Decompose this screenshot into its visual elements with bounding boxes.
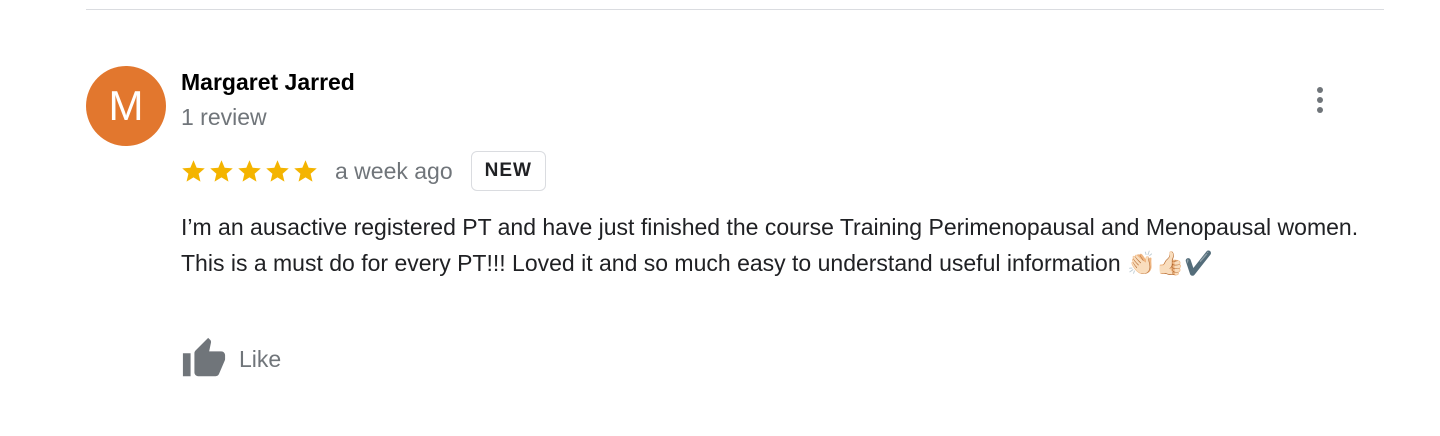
rating-row: a week ago NEW [180, 150, 546, 192]
star-icon [238, 159, 261, 182]
more-options-button[interactable] [1304, 82, 1336, 118]
star-icon [210, 159, 233, 182]
more-vertical-icon-dot [1317, 107, 1323, 113]
star-icon [294, 159, 317, 182]
more-vertical-icon [1317, 87, 1323, 93]
star-icon [182, 159, 205, 182]
author-review-count[interactable]: 1 review [181, 104, 267, 131]
review-text: I’m an ausactive registered PT and have … [181, 214, 1359, 276]
top-divider [86, 9, 1384, 10]
star-icon [266, 159, 289, 182]
review-date: a week ago [335, 157, 453, 184]
avatar[interactable]: M [86, 66, 166, 146]
author-name[interactable]: Margaret Jarred [181, 69, 355, 96]
like-button[interactable]: Like [181, 336, 281, 382]
more-vertical-icon-dot [1317, 97, 1323, 103]
new-badge: NEW [470, 151, 546, 191]
like-label: Like [239, 345, 282, 372]
thumb-up-icon [182, 337, 226, 377]
star-rating [180, 158, 319, 185]
